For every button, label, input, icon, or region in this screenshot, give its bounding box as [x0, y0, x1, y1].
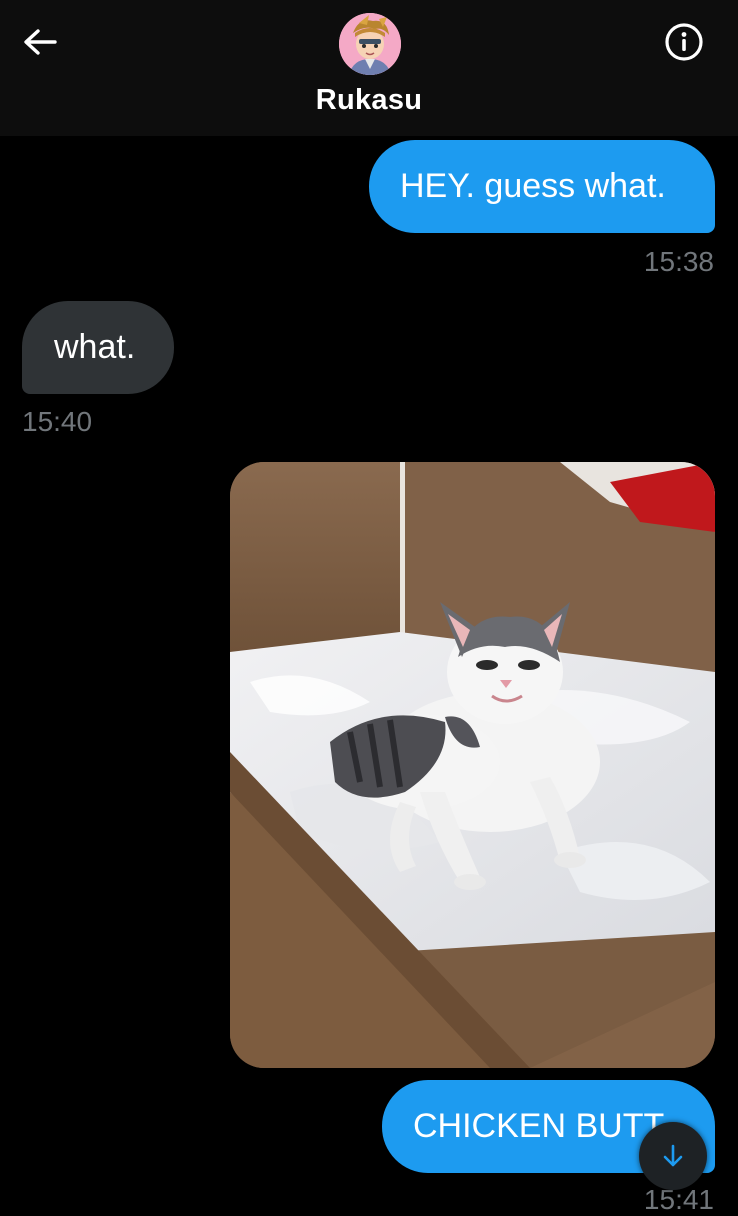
chat-header: Rukasu: [0, 0, 738, 136]
arrow-down-icon: [663, 1144, 683, 1167]
message-text: what.: [54, 328, 136, 366]
scroll-to-bottom-button[interactable]: [639, 1122, 707, 1190]
outgoing-message-bubble[interactable]: HEY. guess what.: [369, 140, 715, 233]
message-text: CHICKEN BUTT: [413, 1107, 665, 1145]
incoming-message-bubble[interactable]: what.: [22, 301, 174, 394]
avatar[interactable]: [339, 13, 401, 75]
message-text: HEY. guess what.: [400, 167, 666, 205]
arrow-left-icon: [24, 29, 57, 55]
info-circle-icon: [665, 23, 703, 61]
avatar-illustration: [339, 13, 401, 75]
message-timestamp: 15:38: [643, 246, 714, 277]
back-button[interactable]: [18, 22, 62, 62]
message-timestamp: 15:40: [22, 406, 93, 437]
kitten-photo: [230, 462, 715, 1068]
info-button[interactable]: [660, 20, 708, 64]
image-message[interactable]: [230, 462, 715, 1068]
contact-name[interactable]: Rukasu: [0, 84, 738, 117]
